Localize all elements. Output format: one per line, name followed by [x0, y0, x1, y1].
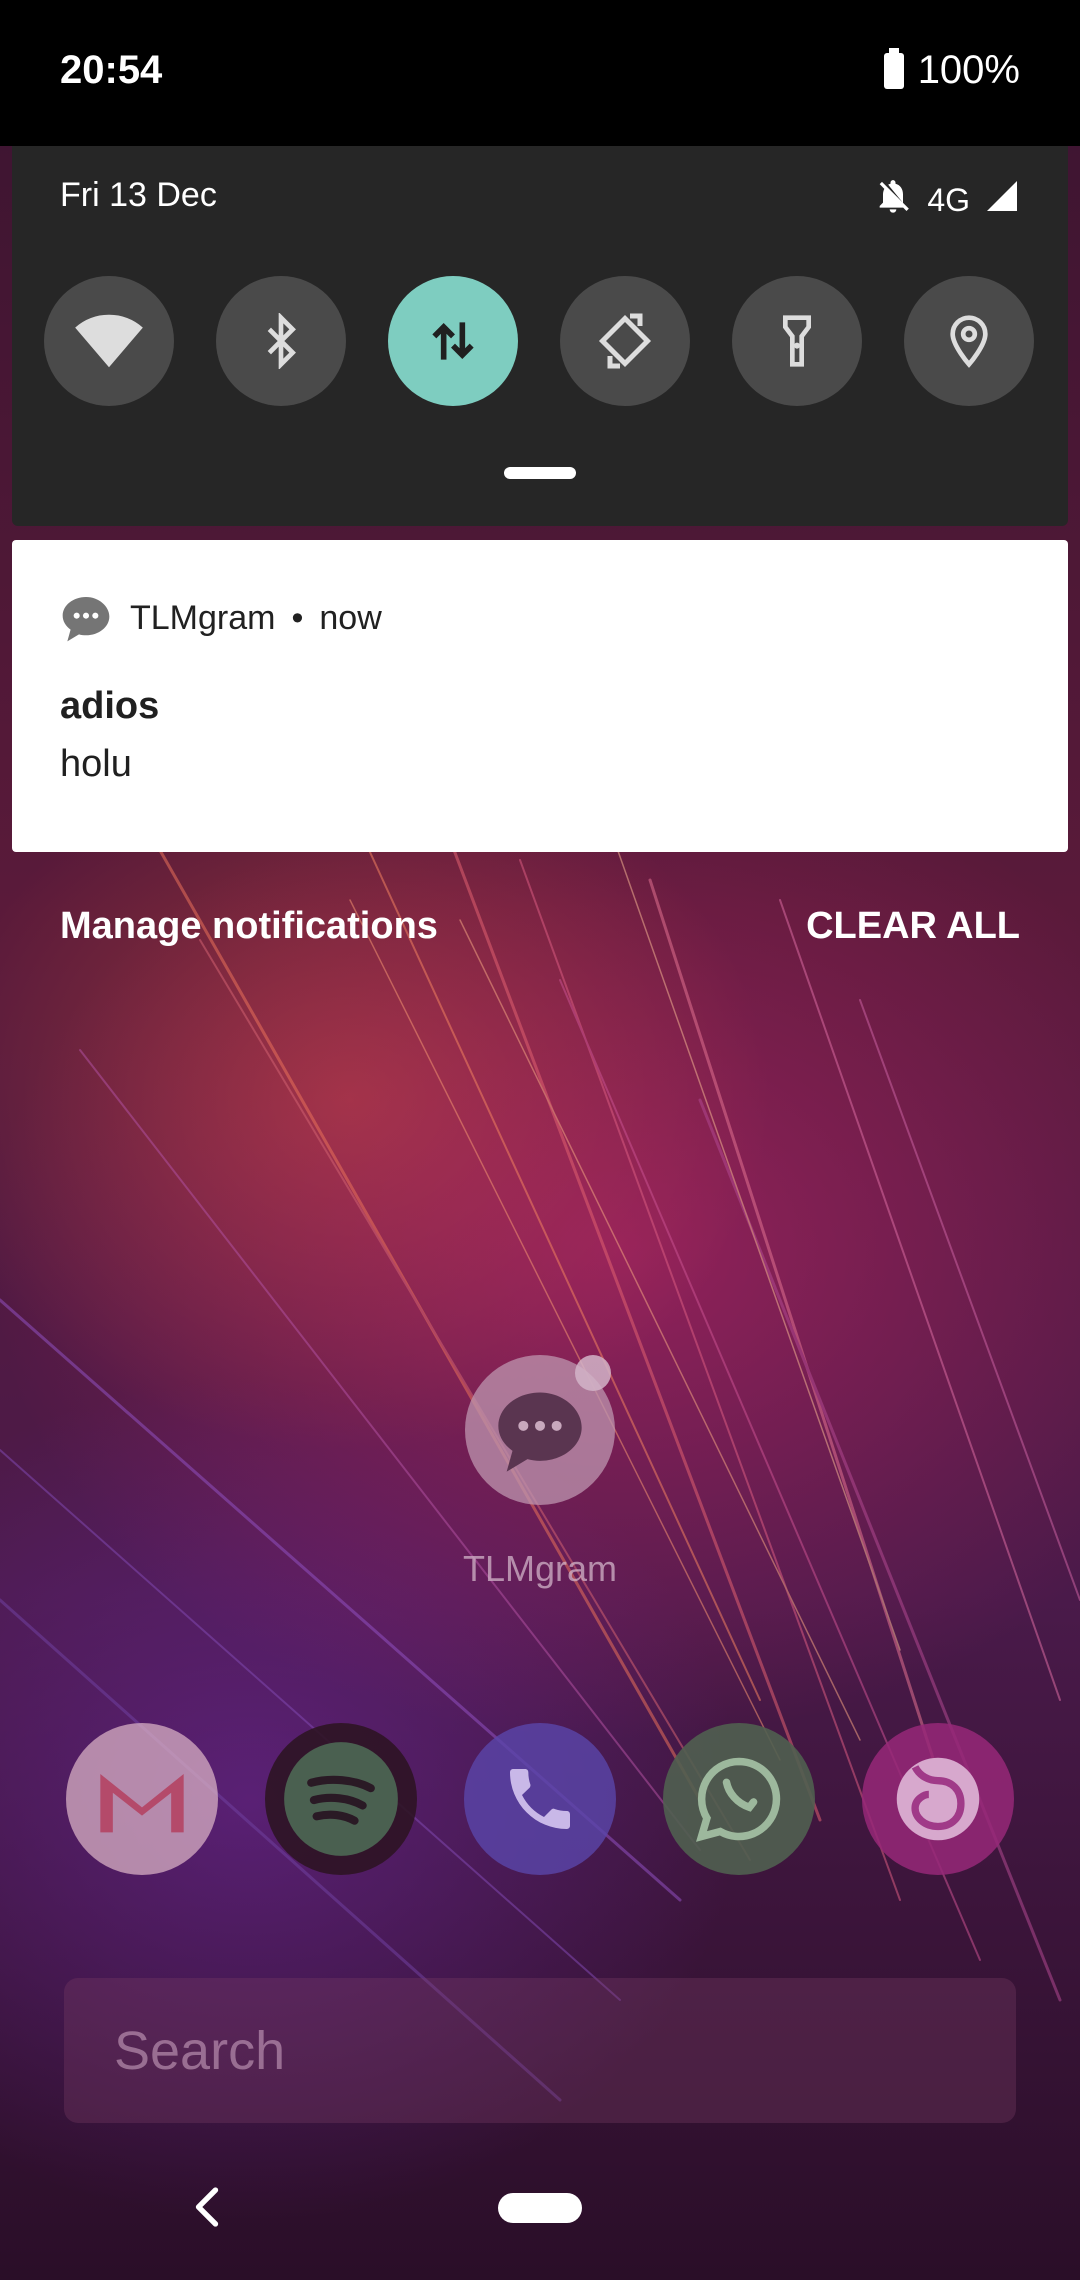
notification-text: holu	[60, 743, 132, 785]
bluetooth-icon	[267, 313, 296, 369]
manage-notifications-button[interactable]: Manage notifications	[60, 905, 438, 948]
flashlight-icon	[783, 315, 811, 367]
battery-percent: 100%	[917, 48, 1020, 92]
clock: 20:54	[60, 48, 163, 92]
data-arrows-icon	[432, 322, 474, 360]
notification-time: now	[319, 598, 382, 637]
spotify-icon	[284, 1742, 398, 1856]
signal-icon	[984, 178, 1020, 222]
tile-bluetooth[interactable]	[216, 276, 346, 406]
whatsapp-icon	[696, 1757, 781, 1842]
dock-gmail[interactable]	[66, 1723, 218, 1875]
network-type: 4G	[927, 181, 970, 218]
tile-flashlight[interactable]	[732, 276, 862, 406]
separator-dot: •	[291, 598, 304, 637]
home-pill-button[interactable]	[498, 2193, 582, 2223]
firefox-icon	[896, 1757, 980, 1841]
wifi-icon	[75, 314, 143, 368]
tile-location[interactable]	[904, 276, 1034, 406]
do-not-disturb-icon	[873, 176, 913, 224]
battery-indicator: 100%	[883, 47, 1020, 93]
tile-auto-rotate[interactable]	[560, 276, 690, 406]
qs-status-icons: 4G	[873, 176, 1020, 224]
clear-all-button[interactable]: CLEAR ALL	[806, 905, 1020, 948]
notification-app-name: TLMgram	[130, 598, 276, 637]
quick-settings-tiles	[44, 276, 1044, 406]
date-label[interactable]: Fri 13 Dec	[60, 176, 217, 215]
chat-bubble-icon	[498, 1392, 582, 1472]
notification-badge	[575, 1355, 611, 1391]
back-button[interactable]	[190, 2185, 224, 2234]
location-icon	[950, 315, 988, 368]
dock-spotify[interactable]	[265, 1723, 417, 1875]
expand-handle[interactable]	[504, 467, 576, 479]
battery-icon	[883, 47, 904, 89]
tile-wifi[interactable]	[44, 276, 174, 406]
gmail-icon	[100, 1774, 184, 1833]
notification-header: TLMgram • now	[58, 590, 382, 646]
status-bar: 20:54 100%	[0, 0, 1080, 146]
dock-whatsapp[interactable]	[663, 1723, 815, 1875]
search-placeholder: Search	[114, 2021, 286, 2081]
quick-settings-panel: Fri 13 Dec 4G	[12, 146, 1068, 526]
dock-firefox[interactable]	[862, 1723, 1014, 1875]
tlmgram-app-label: TLMgram	[462, 1548, 618, 1589]
tile-mobile-data[interactable]	[388, 276, 518, 406]
back-chevron-icon	[195, 2187, 219, 2227]
rotate-icon	[598, 313, 652, 369]
chat-bubble-icon	[62, 597, 110, 642]
dock-phone[interactable]	[464, 1723, 616, 1875]
phone-icon	[510, 1769, 570, 1829]
search-bar[interactable]: Search	[64, 1978, 1016, 2123]
notification-card[interactable]: TLMgram • now adios holu	[12, 540, 1068, 852]
notification-title: adios	[60, 685, 160, 727]
